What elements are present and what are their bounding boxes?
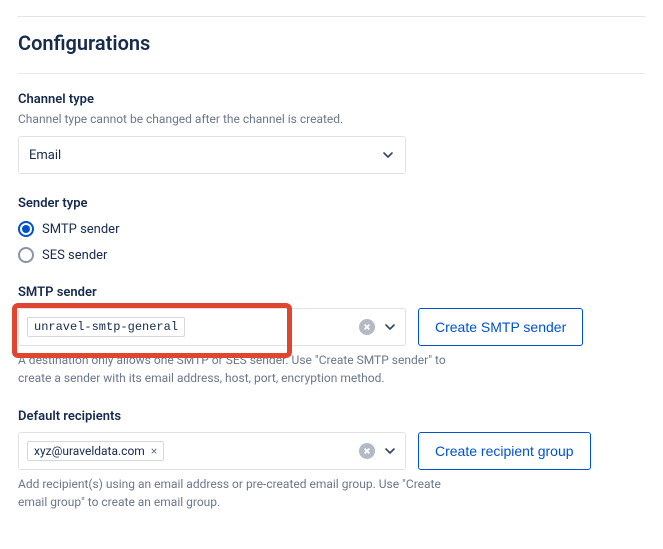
sender-type-label: Sender type: [18, 196, 645, 211]
radio-smtp-sender[interactable]: SMTP sender: [18, 221, 645, 237]
default-recipients-label: Default recipients: [18, 409, 645, 424]
channel-type-help: Channel type cannot be changed after the…: [18, 111, 645, 128]
channel-type-select[interactable]: Email: [18, 136, 406, 174]
default-recipients-section: Default recipients xyz@uraveldata.com × …: [18, 409, 645, 511]
radio-label: SMTP sender: [42, 222, 119, 237]
chevron-down-icon: [383, 444, 397, 458]
radio-unchecked-icon: [18, 247, 34, 263]
smtp-sender-label: SMTP sender: [18, 285, 645, 300]
radio-ses-sender[interactable]: SES sender: [18, 247, 645, 263]
channel-type-value: Email: [29, 148, 61, 163]
smtp-sender-help: A destination only allows one SMTP or SE…: [18, 352, 458, 387]
default-recipients-combo[interactable]: xyz@uraveldata.com ×: [18, 432, 406, 470]
title-divider: [18, 73, 645, 74]
chevron-down-icon: [381, 148, 395, 162]
chevron-down-icon: [383, 320, 397, 334]
sender-type-section: Sender type SMTP sender SES sender: [18, 196, 645, 263]
radio-label: SES sender: [42, 248, 107, 263]
chip-text: xyz@uraveldata.com: [34, 444, 145, 458]
smtp-sender-chip[interactable]: unravel-smtp-general: [27, 317, 185, 337]
recipient-chip[interactable]: xyz@uraveldata.com ×: [27, 441, 164, 461]
create-smtp-sender-button[interactable]: Create SMTP sender: [418, 308, 583, 346]
chip-remove-icon[interactable]: ×: [151, 444, 157, 458]
top-divider: [18, 16, 645, 17]
channel-type-label: Channel type: [18, 92, 645, 107]
radio-checked-icon: [18, 221, 34, 237]
page-title: Configurations: [18, 31, 645, 55]
clear-icon[interactable]: [359, 443, 375, 459]
smtp-sender-section: SMTP sender unravel-smtp-general Create …: [18, 285, 645, 387]
smtp-sender-combo[interactable]: unravel-smtp-general: [18, 308, 406, 346]
create-recipient-group-button[interactable]: Create recipient group: [418, 432, 591, 470]
default-recipients-help: Add recipient(s) using an email address …: [18, 476, 458, 511]
channel-type-section: Channel type Channel type cannot be chan…: [18, 92, 645, 174]
chip-text: unravel-smtp-general: [34, 320, 178, 334]
clear-icon[interactable]: [359, 319, 375, 335]
